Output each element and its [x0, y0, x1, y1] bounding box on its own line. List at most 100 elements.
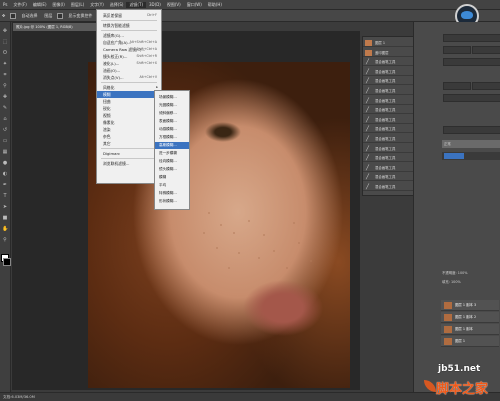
filter-menu-item[interactable]: 浏览联机滤镜...: [97, 160, 161, 167]
blur-submenu-item[interactable]: 高斯模糊...: [155, 142, 189, 149]
history-state[interactable]: ╱ 混合画笔工具: [363, 173, 413, 182]
menu-4[interactable]: 图层(L): [68, 2, 87, 8]
magic-wand-icon[interactable]: ✦: [2, 61, 8, 67]
spacing-field[interactable]: [472, 46, 500, 54]
history-state[interactable]: ╱ 混合画笔工具: [363, 116, 413, 124]
blur-submenu-item[interactable]: 形状模糊...: [155, 198, 189, 205]
history-state[interactable]: ╱ 混合画笔工具: [363, 164, 413, 172]
filter-menu-item[interactable]: 其它▸: [97, 140, 161, 147]
path-select-icon[interactable]: ➤: [2, 204, 8, 210]
filter-menu-item[interactable]: 消失点(V)... Alt+Ctrl+V: [97, 74, 161, 81]
blur-submenu-item[interactable]: 光圈模糊...: [155, 102, 189, 109]
layer-row[interactable]: 图层 1 副本 2: [441, 312, 499, 323]
hand-icon[interactable]: ✋: [2, 226, 8, 232]
pen-icon[interactable]: ✒: [2, 182, 8, 188]
history-state[interactable]: 盖印图层: [363, 49, 413, 57]
auto-select-checkbox[interactable]: [10, 12, 17, 19]
filter-menu-item[interactable]: 自适应广角(A)... Alt+Shift+Ctrl+A: [97, 39, 161, 46]
filter-menu-item[interactable]: 杂色▸: [97, 133, 161, 140]
field-c[interactable]: [443, 94, 500, 102]
menu-11[interactable]: 帮助(H): [205, 2, 225, 8]
filter-menu-item[interactable]: 高反差保留 Ctrl+F: [97, 12, 161, 19]
blur-submenu-item[interactable]: 平均: [155, 182, 189, 189]
menu-7[interactable]: 滤镜(T): [126, 1, 147, 8]
blur-submenu-item[interactable]: 倾斜偏移...: [155, 110, 189, 117]
field-a[interactable]: [443, 82, 471, 90]
marquee-icon[interactable]: ⬚: [2, 39, 8, 45]
blur-submenu-item[interactable]: 方框模糊...: [155, 134, 189, 141]
blur-submenu-item[interactable]: 动感模糊...: [155, 126, 189, 133]
eyedropper-icon[interactable]: ⚲: [2, 83, 8, 89]
filter-menu-item[interactable]: 风格化 ▸: [97, 84, 161, 91]
menu-2[interactable]: 编辑(E): [30, 2, 50, 8]
history-state[interactable]: 图层 1: [363, 39, 413, 47]
layer-row[interactable]: 图层 1 副本: [441, 324, 499, 335]
type-icon[interactable]: T: [2, 193, 8, 199]
history-state[interactable]: ╱ 混合画笔工具: [363, 135, 413, 143]
history-state[interactable]: ╱ 混合画笔工具: [363, 106, 413, 115]
history-state[interactable]: ╱ 混合画笔工具: [363, 87, 413, 95]
filter-menu-item[interactable]: 油画(O)...: [97, 67, 161, 74]
blur-submenu-item[interactable]: 模糊: [155, 174, 189, 181]
move-icon[interactable]: ✥: [2, 28, 8, 34]
menu-10[interactable]: 窗口(W): [184, 2, 205, 8]
zoom-icon[interactable]: ⚲: [2, 237, 8, 243]
history-state[interactable]: ╱ 混合画笔工具: [363, 145, 413, 153]
history-brush-icon[interactable]: ↺: [2, 127, 8, 133]
blur-submenu-item[interactable]: 进一步模糊: [155, 150, 189, 157]
blur-submenu-item[interactable]: 场景模糊...: [155, 94, 189, 101]
menu-9[interactable]: 视图(V): [164, 2, 184, 8]
filter-menu-item[interactable]: 像素化▸: [97, 119, 161, 126]
filter-menu-item[interactable]: 滤镜库(G)...: [97, 32, 161, 39]
stamp-icon[interactable]: ⌂: [2, 116, 8, 122]
filter-menu-item[interactable]: 视频▸: [97, 112, 161, 119]
layer-row[interactable]: 图层 1 副本 3: [441, 300, 499, 311]
filter-menu-item[interactable]: 镜头校正(R)... Shift+Ctrl+R: [97, 53, 161, 60]
layer-row[interactable]: 图层 1: [441, 336, 499, 347]
field-b[interactable]: [472, 82, 500, 90]
size-field[interactable]: [443, 46, 471, 54]
menu-5[interactable]: 文字(Y): [87, 2, 107, 8]
background-color-swatch[interactable]: [3, 258, 11, 266]
opacity-label[interactable]: 不透明度: 100%: [442, 270, 500, 277]
filter-menu-item[interactable]: 模糊▸: [97, 91, 161, 98]
filter-menu-item[interactable]: 扭曲▸: [97, 98, 161, 105]
move-tool-icon[interactable]: ✥: [0, 13, 7, 18]
filter-menu-item[interactable]: 转换为智能滤镜: [97, 22, 161, 29]
layer-mode-select[interactable]: 正常: [442, 140, 500, 148]
menu-0[interactable]: Ps: [0, 2, 10, 7]
blur-submenu-item[interactable]: 径向模糊...: [155, 158, 189, 165]
menu-8[interactable]: 3D(D): [146, 2, 164, 7]
history-state[interactable]: ╱ 混合画笔工具: [363, 77, 413, 86]
lasso-icon[interactable]: ʘ: [2, 50, 8, 56]
history-state[interactable]: ╱ 混合画笔工具: [363, 68, 413, 76]
show-transform-checkbox[interactable]: [57, 12, 64, 19]
blur-submenu-item[interactable]: 镜头模糊...: [155, 166, 189, 173]
filter-menu-item[interactable]: 渲染▸: [97, 126, 161, 133]
filter-menu-item[interactable]: 锐化▸: [97, 105, 161, 112]
preset-field[interactable]: [443, 34, 500, 42]
layer-select[interactable]: 图层: [42, 13, 54, 19]
history-state[interactable]: ╱ 混合画笔工具: [363, 125, 413, 134]
gradient-icon[interactable]: ▦: [2, 149, 8, 155]
brush-icon[interactable]: ✎: [2, 105, 8, 111]
menu-6[interactable]: 选择(S): [107, 2, 127, 8]
dodge-icon[interactable]: ◐: [2, 171, 8, 177]
mode-field[interactable]: [443, 58, 500, 66]
adjust-field[interactable]: [443, 126, 500, 134]
filter-menu-item[interactable]: 液化(L)... Shift+Ctrl+X: [97, 60, 161, 67]
crop-icon[interactable]: ⌗: [2, 72, 8, 78]
filter-menu-item[interactable]: Camera Raw 滤镜(C)... Shift+Ctrl+A: [97, 46, 161, 53]
menu-1[interactable]: 文件(F): [10, 2, 29, 8]
eraser-icon[interactable]: ▭: [2, 138, 8, 144]
blur-icon[interactable]: ●: [2, 160, 8, 166]
blur-submenu-item[interactable]: 特殊模糊...: [155, 190, 189, 197]
shape-icon[interactable]: ■: [2, 215, 8, 221]
healing-icon[interactable]: ✚: [2, 94, 8, 100]
history-state[interactable]: ╱ 混合画笔工具: [363, 97, 413, 105]
filter-menu-item[interactable]: Digimarc▸: [97, 150, 161, 157]
blur-submenu-item[interactable]: 表面模糊...: [155, 118, 189, 125]
fill-label[interactable]: 填充: 100%: [442, 279, 500, 286]
active-swatch-bar[interactable]: [442, 152, 500, 160]
history-state[interactable]: ╱ 混合画笔工具: [363, 183, 413, 191]
